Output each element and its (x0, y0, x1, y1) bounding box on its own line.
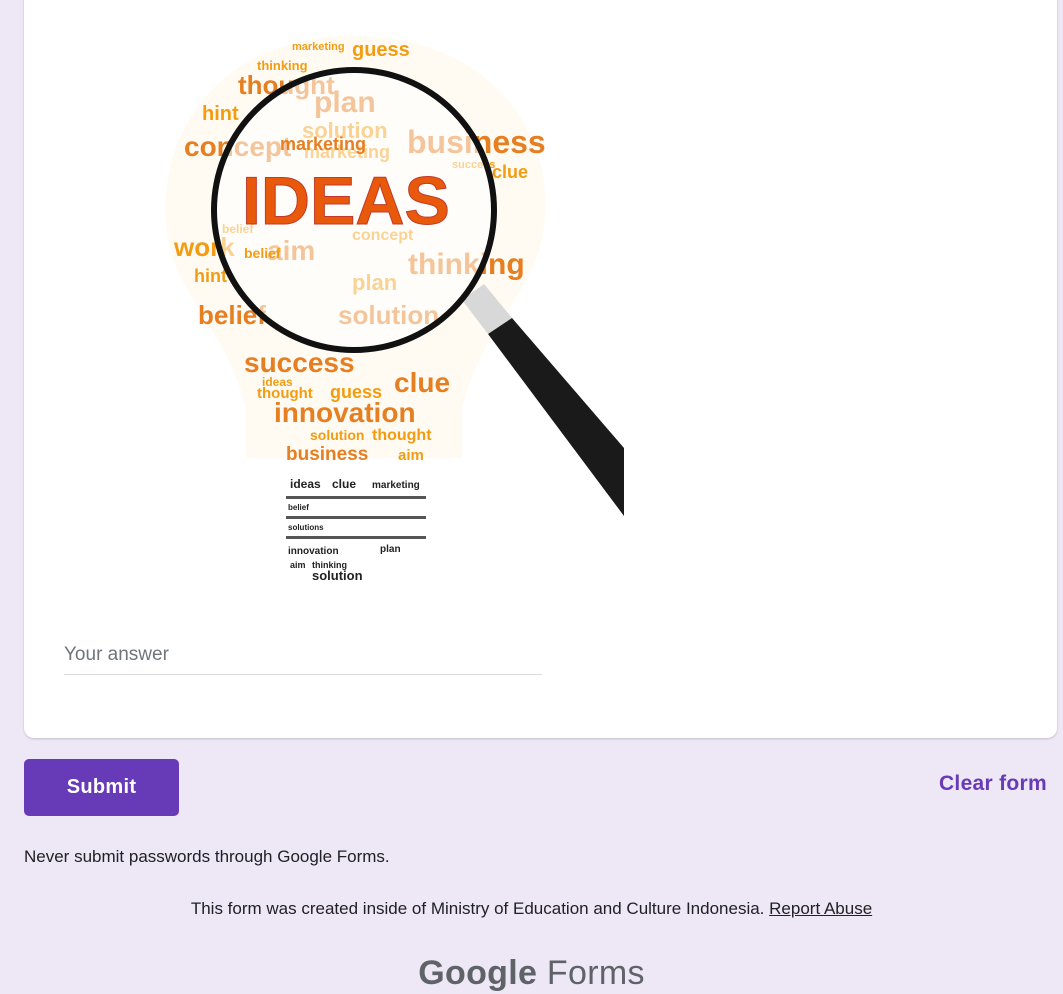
report-abuse-link[interactable]: Report Abuse (769, 899, 872, 918)
footer-text: This form was created inside of Ministry… (190, 899, 765, 918)
word-solution-3: solution (310, 427, 364, 443)
base-word-marketing: marketing (372, 480, 420, 491)
word-belief-lens: belief (244, 245, 281, 261)
word-guess: guess (352, 39, 410, 61)
base-word-solutions: solutions (288, 523, 324, 532)
word-aim-2: aim (398, 447, 424, 464)
word-hint: hint (202, 103, 239, 125)
question-card: marketing guess thinking thought plan hi… (24, 0, 1057, 738)
word-thought-3: thought (372, 427, 432, 444)
ideas-lightbulb-image: marketing guess thinking thought plan hi… (165, 36, 624, 583)
word-clue-2: clue (394, 367, 450, 398)
base-word-innovation: innovation (288, 546, 339, 557)
short-answer-input[interactable] (64, 636, 542, 675)
base-word-ideas: ideas (290, 477, 321, 491)
word-thought-2: thought (257, 385, 313, 402)
base-word-clue: clue (332, 477, 356, 491)
form-footer: This form was created inside of Ministry… (0, 899, 1063, 919)
base-word-solution: solution (312, 568, 363, 583)
word-guess-2: guess (330, 382, 382, 402)
magnifier-handle (462, 284, 624, 516)
logo-google: Google (418, 954, 538, 992)
ideas-highlight: IDEAS (242, 163, 450, 239)
word-clue: clue (492, 162, 528, 182)
submit-button[interactable]: Submit (24, 759, 179, 816)
base-word-plan: plan (380, 544, 401, 555)
word-hint-2: hint (194, 266, 227, 286)
base-word-aim: aim (290, 560, 306, 570)
google-forms-logo[interactable]: Google Forms (0, 954, 1063, 993)
word-business-2: business (286, 444, 368, 465)
password-warning: Never submit passwords through Google Fo… (24, 847, 390, 866)
word-marketing-lens: marketing (280, 134, 366, 154)
logo-forms: Forms (546, 954, 645, 992)
bulb-base: ideas clue marketing belief solutions in… (286, 477, 426, 583)
word-marketing: marketing (292, 41, 345, 53)
base-word-belief: belief (288, 503, 309, 512)
clear-form-button[interactable]: Clear form (939, 772, 1047, 796)
